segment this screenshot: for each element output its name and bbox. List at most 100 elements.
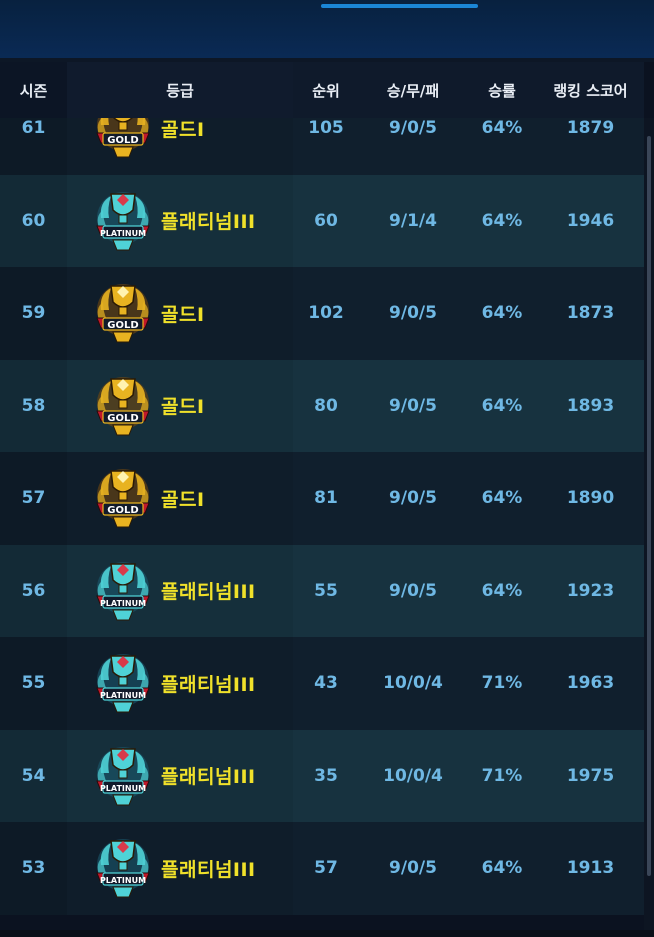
header-win-rate: 승률 (488, 81, 516, 100)
win-rate-cell: 64% (481, 580, 523, 601)
season-cell: 58 (0, 359, 67, 452)
platinum-rank-badge-icon: PLATINUM (91, 835, 155, 901)
platinum-rank-badge-icon: PLATINUM (91, 188, 155, 254)
header-grade: 등급 (67, 62, 293, 118)
platinum-rank-badge-icon: PLATINUM (91, 650, 155, 716)
table-row[interactable]: 54 PLATINUM 플래티넘III 35 10/0/4 71% 1975 (0, 729, 644, 822)
table-row[interactable]: 55 PLATINUM 플래티넘III 43 10/0/4 71% 1963 (0, 637, 644, 730)
top-tab-bar (0, 0, 654, 58)
win-draw-loss-cell: 9/1/4 (389, 210, 437, 231)
table-row[interactable]: 58 GOLD 골드I 80 9/0/5 64% 1893 (0, 359, 644, 452)
table-row[interactable]: 56 PLATINUM 플래티넘III 55 9/0/5 64% 1923 (0, 544, 644, 637)
season-cell: 56 (0, 544, 67, 637)
win-rate-cell: 64% (481, 488, 523, 509)
win-rate-cell: 64% (481, 395, 523, 416)
table-rows: 61 GOLD 골드I 105 9/0/5 64% 1879 60 PLATIN… (0, 118, 644, 915)
gold-rank-badge-icon: GOLD (91, 465, 155, 531)
platinum-rank-badge-icon: PLATINUM (91, 558, 155, 624)
rank-cell: 80 (314, 395, 338, 416)
svg-text:GOLD: GOLD (107, 320, 138, 331)
win-rate-cell: 64% (481, 118, 523, 139)
rank-cell: 43 (314, 673, 338, 694)
grade-name: 플래티넘III (161, 211, 256, 234)
table-row[interactable]: 60 PLATINUM 플래티넘III 60 9/1/4 64% 1946 (0, 174, 644, 267)
ranking-score-cell: 1975 (566, 765, 615, 786)
table-body[interactable]: 61 GOLD 골드I 105 9/0/5 64% 1879 60 PLATIN… (0, 118, 644, 934)
platinum-rank-badge-icon: PLATINUM (91, 743, 155, 809)
active-tab-indicator[interactable] (321, 4, 478, 8)
win-draw-loss-cell: 10/0/4 (383, 673, 443, 694)
grade-cell: GOLD 골드I (67, 452, 293, 545)
svg-text:PLATINUM: PLATINUM (100, 784, 146, 793)
grade-name: 골드I (161, 118, 205, 141)
season-cell: 55 (0, 637, 67, 730)
ranking-score-cell: 1890 (566, 488, 615, 509)
svg-text:PLATINUM: PLATINUM (100, 229, 146, 238)
grade-name: 플래티넘III (161, 766, 256, 789)
grade-cell: PLATINUM 플래티넘III (67, 637, 293, 730)
scrollbar-thumb[interactable] (647, 136, 651, 876)
table-header: 시즌 등급 순위 승/무/패 승률 랭킹 스코어 (0, 62, 644, 118)
rank-cell: 105 (308, 118, 344, 139)
win-rate-cell: 71% (481, 673, 523, 694)
rank-cell: 60 (314, 210, 338, 231)
grade-cell: PLATINUM 플래티넘III (67, 544, 293, 637)
grade-name: 플래티넘III (161, 673, 256, 696)
season-cell: 53 (0, 822, 67, 915)
win-draw-loss-cell: 9/0/5 (389, 580, 437, 601)
win-draw-loss-cell: 9/0/5 (389, 488, 437, 509)
season-cell: 61 (0, 118, 67, 175)
win-rate-cell: 71% (481, 765, 523, 786)
svg-text:GOLD: GOLD (107, 505, 138, 516)
svg-text:GOLD: GOLD (107, 135, 138, 146)
grade-name: 플래티넘III (161, 858, 256, 881)
svg-text:PLATINUM: PLATINUM (100, 691, 146, 700)
grade-name: 플래티넘III (161, 581, 256, 604)
grade-cell: GOLD 골드I (67, 267, 293, 360)
header-season: 시즌 (0, 62, 67, 118)
header-win-draw-loss: 승/무/패 (386, 81, 440, 100)
vertical-scrollbar[interactable] (644, 118, 654, 930)
grade-cell: PLATINUM 플래티넘III (67, 729, 293, 822)
gold-rank-badge-icon: GOLD (91, 373, 155, 439)
gold-rank-badge-icon: GOLD (91, 280, 155, 346)
bottom-edge (0, 930, 654, 937)
win-draw-loss-cell: 9/0/5 (389, 303, 437, 324)
grade-name: 골드I (161, 488, 205, 511)
svg-text:PLATINUM: PLATINUM (100, 599, 146, 608)
win-rate-cell: 64% (481, 858, 523, 879)
rank-cell: 35 (314, 765, 338, 786)
rank-cell: 81 (314, 488, 338, 509)
ranking-score-cell: 1946 (566, 210, 615, 231)
season-cell: 54 (0, 729, 67, 822)
table-row[interactable]: 61 GOLD 골드I 105 9/0/5 64% 1879 (0, 118, 644, 175)
svg-text:PLATINUM: PLATINUM (100, 876, 146, 885)
grade-cell: PLATINUM 플래티넘III (67, 174, 293, 267)
ranking-score-cell: 1913 (566, 858, 615, 879)
grade-name: 골드I (161, 396, 205, 419)
rank-cell: 102 (308, 303, 344, 324)
header-ranking-score: 랭킹 스코어 (553, 81, 628, 100)
table-row[interactable]: 57 GOLD 골드I 81 9/0/5 64% 1890 (0, 452, 644, 545)
ranking-score-cell: 1873 (566, 303, 615, 324)
rank-cell: 55 (314, 580, 338, 601)
table-row[interactable]: 59 GOLD 골드I 102 9/0/5 64% 1873 (0, 267, 644, 360)
season-history-table: 시즌 등급 순위 승/무/패 승률 랭킹 스코어 61 GOLD 골드I 105… (0, 62, 644, 934)
win-rate-cell: 64% (481, 303, 523, 324)
rank-cell: 57 (314, 858, 338, 879)
table-row[interactable]: 53 PLATINUM 플래티넘III 57 9/0/5 64% 1913 (0, 822, 644, 915)
win-draw-loss-cell: 10/0/4 (383, 765, 443, 786)
win-rate-cell: 64% (481, 210, 523, 231)
win-draw-loss-cell: 9/0/5 (389, 858, 437, 879)
grade-name: 골드I (161, 303, 205, 326)
gold-rank-badge-icon: GOLD (91, 118, 155, 161)
season-cell: 60 (0, 174, 67, 267)
grade-cell: GOLD 골드I (67, 118, 293, 175)
win-draw-loss-cell: 9/0/5 (389, 118, 437, 139)
season-cell: 59 (0, 267, 67, 360)
header-rank: 순위 (312, 81, 340, 100)
win-draw-loss-cell: 9/0/5 (389, 395, 437, 416)
season-cell: 57 (0, 452, 67, 545)
ranking-score-cell: 1879 (566, 118, 615, 139)
svg-text:GOLD: GOLD (107, 413, 138, 424)
